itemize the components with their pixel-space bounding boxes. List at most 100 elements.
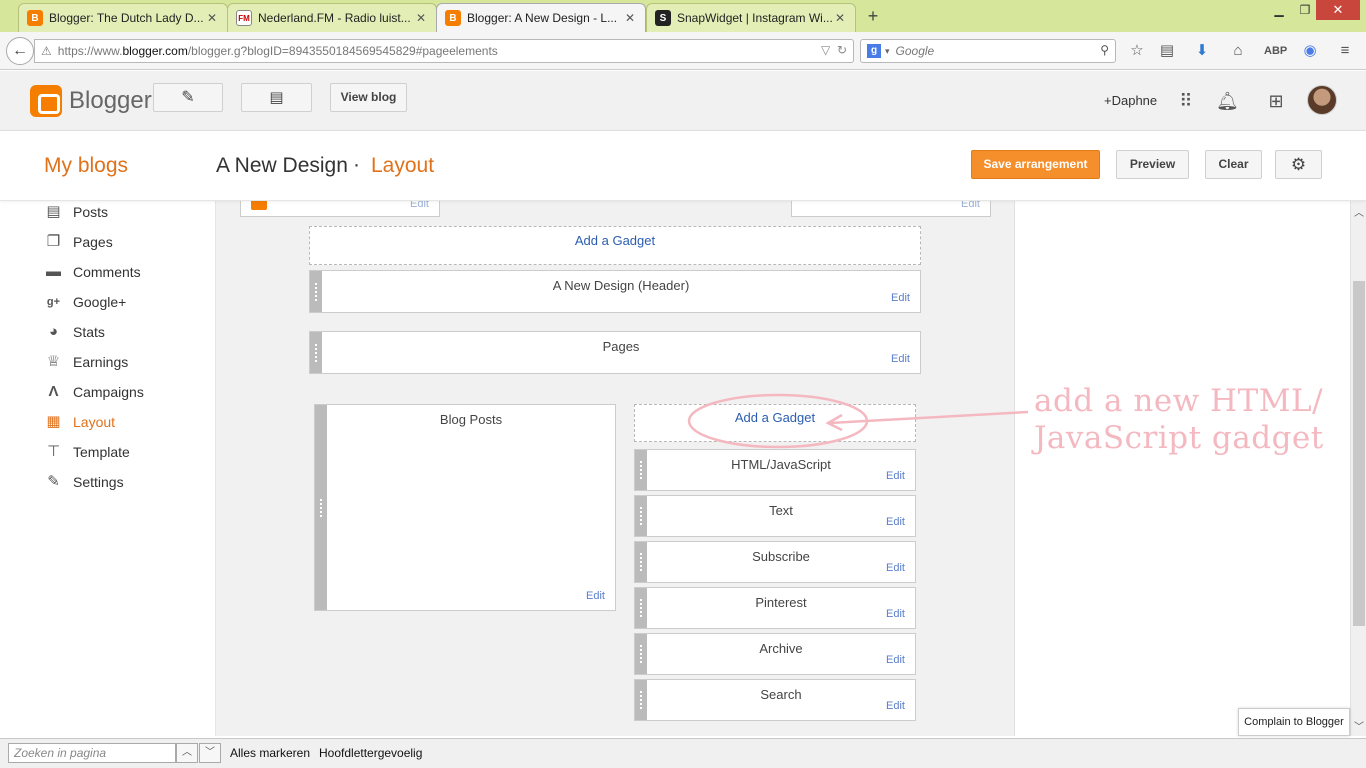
drag-handle[interactable]	[635, 634, 647, 674]
edit-link[interactable]: Edit	[891, 292, 910, 304]
complain-to-blogger-button[interactable]: Complain to Blogger	[1238, 708, 1350, 736]
edit-link[interactable]: Edit	[886, 700, 905, 712]
drag-handle[interactable]	[635, 542, 647, 582]
drag-handle[interactable]	[310, 332, 322, 373]
reload-icon[interactable]: ▽ ↻	[821, 43, 847, 57]
edit-link[interactable]: Edit	[886, 516, 905, 528]
share-add-icon[interactable]: ⊞	[1265, 90, 1287, 112]
edit-link[interactable]: Edit	[961, 201, 980, 210]
bookmark-star-icon[interactable]: ☆	[1127, 41, 1147, 61]
engine-dropdown-icon[interactable]: ▾	[885, 46, 890, 57]
avatar[interactable]	[1307, 85, 1337, 115]
sidebar-item-google-plus[interactable]: g+ Google+	[44, 291, 126, 313]
sidebar-item-pages[interactable]: ❐ Pages	[44, 231, 113, 253]
notifications-bell-icon[interactable]: 🔔︎	[1216, 90, 1239, 112]
annotation-line-2: JavaScript gadget	[1034, 420, 1324, 456]
preview-button[interactable]: Preview	[1116, 150, 1189, 179]
navbar-gadget[interactable]: Edit	[240, 201, 440, 217]
posts-list-button[interactable]: ▤	[241, 83, 312, 112]
edit-link[interactable]: Edit	[886, 470, 905, 482]
edit-link[interactable]: Edit	[586, 590, 605, 602]
downloads-icon[interactable]: ⬇	[1192, 41, 1212, 61]
browser-tab-4[interactable]: S SnapWidget | Instagram Wi... ✕	[646, 3, 856, 32]
my-blogs-link[interactable]: My blogs	[44, 154, 128, 178]
tab-close-icon[interactable]: ✕	[414, 11, 428, 25]
minimize-button[interactable]: ▁	[1266, 0, 1292, 20]
drag-handle[interactable]	[635, 680, 647, 720]
subscribe-gadget[interactable]: Subscribe Edit	[634, 541, 916, 583]
archive-gadget[interactable]: Archive Edit	[634, 633, 916, 675]
sidebar-item-stats[interactable]: ◕ Stats	[44, 321, 105, 343]
sidebar-item-posts[interactable]: ▤ Posts	[44, 201, 108, 223]
sidebar-item-campaigns[interactable]: Λ Campaigns	[44, 381, 143, 403]
adblock-icon[interactable]: ABP	[1264, 41, 1287, 61]
text-gadget[interactable]: Text Edit	[634, 495, 916, 537]
scroll-up-icon[interactable]: ︿	[1351, 204, 1366, 219]
home-icon[interactable]: ⌂	[1228, 41, 1248, 61]
find-previous-button[interactable]: ︿	[176, 743, 198, 763]
blogger-small-icon	[251, 201, 267, 210]
blog-name[interactable]: A New Design	[216, 154, 348, 178]
pages-gadget[interactable]: Pages Edit	[309, 331, 921, 374]
search-bar[interactable]: g ▾ Google ⚲	[860, 39, 1116, 63]
gadget-title: Pinterest	[755, 595, 807, 610]
tab-close-icon[interactable]: ✕	[833, 11, 847, 25]
sidebar-item-settings[interactable]: ✎ Settings	[44, 471, 123, 493]
drag-handle[interactable]	[635, 588, 647, 628]
new-post-button[interactable]: ✎	[153, 83, 223, 112]
edit-link[interactable]: Edit	[886, 608, 905, 620]
sidebar-item-template[interactable]: ⊤ Template	[44, 441, 130, 463]
find-input[interactable]: Zoeken in pagina	[8, 743, 176, 763]
blogger-logo-icon[interactable]	[30, 85, 62, 117]
search-icon[interactable]: ⚲	[1100, 43, 1109, 57]
search-gadget[interactable]: Search Edit	[634, 679, 916, 721]
edit-link[interactable]: Edit	[886, 562, 905, 574]
gadget-title: A New Design (Header)	[552, 278, 690, 293]
view-blog-button[interactable]: View blog	[330, 83, 407, 112]
drag-handle[interactable]	[310, 271, 322, 312]
apps-grid-icon[interactable]: ⠿	[1175, 90, 1197, 112]
tab-close-icon[interactable]: ✕	[205, 11, 219, 25]
find-next-button[interactable]: ﹀	[199, 743, 221, 763]
match-case-option[interactable]: Hoofdlettergevoelig	[319, 746, 422, 760]
settings-gear-button[interactable]: ⚙	[1275, 150, 1322, 179]
back-button[interactable]: ←	[6, 37, 34, 65]
browser-tab-3-active[interactable]: B Blogger: A New Design - L... ✕	[436, 3, 646, 32]
sidebar-item-comments[interactable]: ▬ Comments	[44, 261, 141, 283]
scroll-down-icon[interactable]: ﹀	[1351, 718, 1366, 733]
drag-handle[interactable]	[315, 405, 327, 610]
top-right-gadget[interactable]: Edit	[791, 201, 991, 217]
blog-posts-gadget[interactable]: Blog Posts Edit	[314, 404, 616, 611]
google-engine-icon[interactable]: g	[867, 44, 881, 58]
browser-tab-2[interactable]: FM Nederland.FM - Radio luist... ✕	[227, 3, 437, 32]
edit-link[interactable]: Edit	[886, 654, 905, 666]
reading-list-icon[interactable]: ▤	[1157, 41, 1177, 61]
highlight-all-option[interactable]: Alles markeren	[230, 746, 310, 760]
menu-icon[interactable]: ≡	[1335, 41, 1355, 61]
window-close-button[interactable]: ✕	[1316, 0, 1360, 20]
edit-link[interactable]: Edit	[410, 201, 429, 210]
tab-close-icon[interactable]: ✕	[623, 11, 637, 25]
blogger-wordmark[interactable]: Blogger	[69, 87, 152, 115]
google-plus-profile-link[interactable]: +Daphne	[1104, 93, 1157, 108]
sidebar-item-earnings[interactable]: ♕ Earnings	[44, 351, 129, 373]
restore-button[interactable]: ❐	[1292, 0, 1318, 20]
new-tab-button[interactable]: +	[862, 5, 884, 27]
html-javascript-gadget[interactable]: HTML/JavaScript Edit	[634, 449, 916, 491]
sidebar-item-layout[interactable]: ▦ Layout	[44, 411, 115, 433]
drag-handle[interactable]	[635, 450, 647, 490]
url-bar[interactable]: ⚠ https://www. blogger.com/blogger.g?blog…	[34, 39, 854, 63]
drag-handle[interactable]	[635, 496, 647, 536]
add-gadget-sidebar-button[interactable]: Add a Gadget	[634, 404, 916, 442]
pinterest-gadget[interactable]: Pinterest Edit	[634, 587, 916, 629]
browser-tab-1[interactable]: B Blogger: The Dutch Lady D... ✕	[18, 3, 228, 32]
clear-button[interactable]: Clear	[1205, 150, 1262, 179]
edit-link[interactable]: Edit	[891, 353, 910, 365]
site-warning-icon[interactable]: ⚠	[41, 44, 52, 58]
save-arrangement-button[interactable]: Save arrangement	[971, 150, 1100, 179]
page-scrollbar[interactable]: ︿ ﹀	[1350, 201, 1366, 736]
add-gadget-header-button[interactable]: Add a Gadget	[309, 226, 921, 265]
extension-icon[interactable]: ◉	[1300, 41, 1320, 61]
scrollbar-thumb[interactable]	[1353, 281, 1365, 626]
header-gadget[interactable]: A New Design (Header) Edit	[309, 270, 921, 313]
